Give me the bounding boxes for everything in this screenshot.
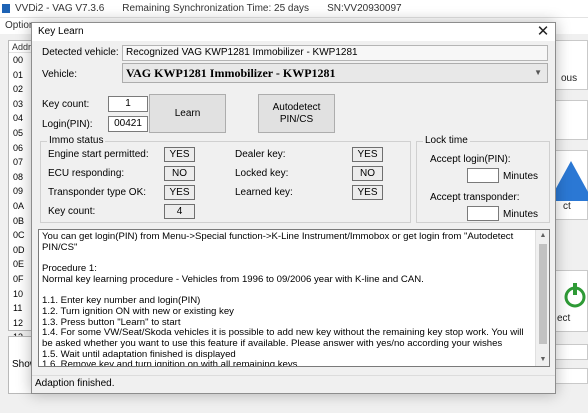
immo-status-group: Immo status Engine start permitted: YES … [40, 135, 411, 223]
right-tile-fourth-label: ect [557, 313, 571, 324]
info-text: You can get login(PIN) from Menu->Specia… [42, 231, 536, 367]
key-count-label: Key count: [42, 99, 90, 110]
accept-login-unit: Minutes [503, 171, 539, 182]
info-line [42, 253, 536, 264]
locked-key-label: Locked key: [235, 168, 289, 179]
immo-key-count-label: Key count: [48, 206, 96, 217]
close-icon[interactable]: ✕ [535, 23, 551, 41]
learn-button[interactable]: Learn [149, 94, 226, 133]
locked-key-value: NO [352, 166, 383, 181]
green-connect-icon [564, 283, 586, 308]
dialog-title: Key Learn [38, 26, 84, 37]
accept-login-input[interactable] [467, 168, 499, 183]
accept-login-label: Accept login(PIN): [430, 154, 511, 165]
lock-time-title: Lock time [423, 135, 470, 147]
app-title: VVDi2 - VAG V7.3.6 [15, 3, 105, 14]
immo-key-count-value: 4 [164, 204, 195, 219]
right-small-field-1[interactable] [552, 344, 588, 360]
accept-transponder-unit: Minutes [503, 209, 539, 220]
dialog-titlebar: Key Learn ✕ [32, 23, 555, 41]
info-line: You can get login(PIN) from Menu->Specia… [42, 231, 516, 253]
status-text: Adaption finished. [35, 378, 115, 389]
login-pin-input[interactable]: 00421 [108, 116, 148, 132]
autodetect-button-line1: Autodetect [272, 101, 321, 113]
learn-button-label: Learn [174, 108, 201, 119]
engine-start-value: YES [164, 147, 195, 162]
right-tile-second[interactable] [552, 100, 588, 140]
ecu-responding-label: ECU responding: [48, 168, 125, 179]
ecu-responding-value: NO [164, 166, 195, 181]
serial-number-text: SN:VV20930097 [327, 3, 402, 14]
learned-key-value: YES [352, 185, 383, 200]
main-titlebar: VVDi2 - VAG V7.3.6 Remaining Synchroniza… [0, 0, 588, 18]
detected-vehicle-label: Detected vehicle: [42, 47, 119, 58]
right-tile-top-label: ous [561, 73, 578, 84]
key-count-input[interactable]: 1 [108, 96, 148, 112]
right-tile-top[interactable]: ous [552, 40, 588, 90]
info-line: 1.4. For some VW/Seat/Skoda vehicles it … [42, 327, 527, 350]
vehicle-label: Vehicle: [42, 69, 78, 80]
autodetect-button-line2: PIN/CS [279, 113, 314, 125]
info-line: 1.6. Remove key and turn ignition on wit… [42, 359, 298, 367]
app-icon [2, 4, 10, 13]
transponder-ok-value: YES [164, 185, 195, 200]
sync-time-text: Remaining Synchronization Time: 25 days [122, 3, 310, 14]
accept-transponder-input[interactable] [467, 206, 499, 221]
right-tile-fourth[interactable]: ect [552, 270, 588, 332]
dealer-key-label: Dealer key: [235, 149, 286, 160]
info-text-area[interactable]: You can get login(PIN) from Menu->Specia… [38, 229, 550, 367]
accept-transponder-label: Accept transponder: [430, 192, 520, 203]
lock-time-group: Lock time Accept login(PIN): Minutes Acc… [416, 135, 550, 223]
vehicle-select[interactable]: VAG KWP1281 Immobilizer - KWP1281 ▼ [122, 63, 548, 83]
scroll-thumb[interactable] [539, 244, 547, 344]
right-tile-third[interactable]: ct [549, 150, 588, 220]
dealer-key-value: YES [352, 147, 383, 162]
right-tile-third-label: ct [563, 201, 571, 212]
right-small-field-2[interactable] [552, 368, 588, 384]
chevron-down-icon: ▼ [534, 68, 542, 77]
scroll-up-icon[interactable]: ▲ [536, 230, 549, 242]
vertical-scrollbar[interactable]: ▲ ▼ [535, 230, 549, 366]
autodetect-pin-cs-button[interactable]: Autodetect PIN/CS [258, 94, 335, 133]
key-learn-dialog: Key Learn ✕ Detected vehicle: Recognized… [31, 22, 556, 394]
vehicle-select-value: VAG KWP1281 Immobilizer - KWP1281 [126, 66, 336, 80]
engine-start-label: Engine start permitted: [48, 149, 149, 160]
info-line: Normal key learning procedure - Vehicles… [42, 273, 424, 285]
status-bar: Adaption finished. [32, 375, 555, 393]
login-pin-label: Login(PIN): [42, 119, 93, 130]
scroll-down-icon[interactable]: ▼ [536, 354, 549, 366]
detected-vehicle-field: Recognized VAG KWP1281 Immobilizer - KWP… [122, 45, 548, 61]
immo-status-title: Immo status [47, 135, 106, 147]
learned-key-label: Learned key: [235, 187, 293, 198]
transponder-ok-label: Transponder type OK: [48, 187, 147, 198]
